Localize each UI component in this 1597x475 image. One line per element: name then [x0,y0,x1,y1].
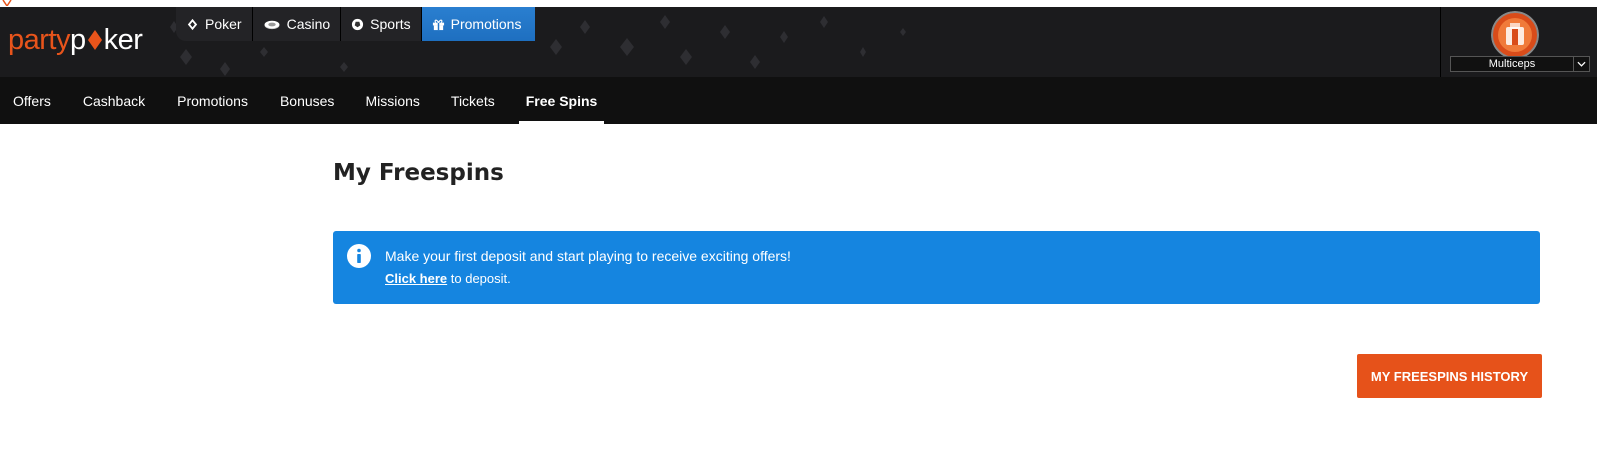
spade-icon [187,18,198,30]
product-tab-casino[interactable]: Casino [252,7,342,41]
subnav-label: Missions [365,92,420,109]
info-message: Make your first deposit and start playin… [385,248,791,264]
subnav-label: Offers [13,92,51,109]
logo-diamond-icon [87,30,102,50]
subnav-item-missions[interactable]: Missions [365,77,419,124]
site-header: party p ker Poker Casino Sports Promotio… [0,7,1597,77]
gift-icon [432,19,444,30]
product-tab-poker[interactable]: Poker [176,7,253,41]
logo-text-ker: ker [103,24,143,56]
subnav-item-free-spins[interactable]: Free Spins [518,77,604,124]
ball-icon [352,18,364,30]
product-tab-label: Casino [286,16,331,32]
partypoker-logo[interactable]: party p ker [8,24,143,64]
info-deposit-line: Click here to deposit. [385,271,511,286]
subnav-item-promotions[interactable]: Promotions [177,77,248,124]
subnav-label: Promotions [177,92,248,109]
subnav-label: Tickets [450,92,495,109]
subnav-item-bonuses[interactable]: Bonuses [280,77,334,124]
freespins-history-button[interactable]: MY FREESPINS HISTORY [1357,354,1542,398]
user-area: Multiceps [1440,7,1597,77]
logo-text-p: p [69,24,86,56]
subnav-label: Bonuses [279,92,335,109]
product-tab-label: Sports [370,16,411,32]
logo-text-party: party [8,24,70,56]
account-dropdown[interactable]: Multiceps [1450,56,1590,72]
page-title: My Freespins [333,160,504,186]
username-label: Multiceps [1488,58,1536,70]
chevron-down-icon [1573,57,1589,71]
promotions-subnav: Offers Cashback Promotions Bonuses Missi… [0,77,1597,124]
subnav-item-cashback[interactable]: Cashback [83,77,145,124]
chip-icon [264,20,280,29]
deposit-link[interactable]: Click here [385,271,447,286]
product-tab-promotions[interactable]: Promotions [421,7,536,41]
subnav-label: Free Spins [525,92,598,109]
subnav-item-offers[interactable]: Offers [13,77,51,124]
deposit-suffix: to deposit. [447,271,511,286]
info-banner: Make your first deposit and start playin… [333,231,1540,304]
subnav-label: Cashback [82,92,146,109]
user-avatar[interactable] [1491,11,1539,59]
product-tab-label: Promotions [450,16,522,32]
product-tab-sports[interactable]: Sports [341,7,422,41]
subnav-item-tickets[interactable]: Tickets [451,77,495,124]
corner-mark-icon [2,0,12,6]
info-icon [347,244,371,268]
product-nav: Poker Casino Sports Promotions [176,7,536,41]
product-tab-label: Poker [205,16,242,32]
